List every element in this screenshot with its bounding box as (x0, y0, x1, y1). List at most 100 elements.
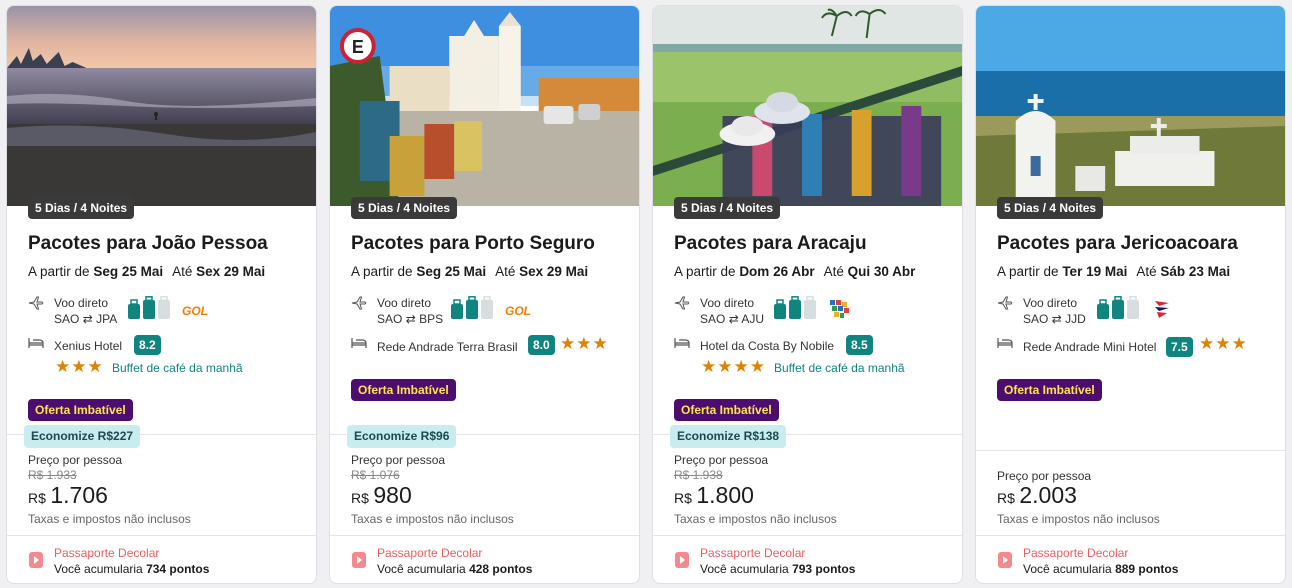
hotel-score: 8.2 (134, 335, 161, 355)
taxes-note: Taxas e impostos não inclusos (997, 512, 1160, 526)
duration-badge: 5 Dias / 4 Noites (997, 197, 1104, 219)
points-value: 428 pontos (469, 562, 533, 576)
to-date: Sex 29 Mai (196, 264, 266, 279)
airplane-icon (674, 296, 690, 310)
points-prefix: Você acumularia (54, 562, 143, 576)
route-destination: BPS (419, 312, 444, 326)
round-trip-icon: ⇄ (405, 312, 416, 326)
package-card-porto-seguro[interactable]: E 5 Dias / 4 Noites Pacotes para Porto S… (329, 5, 640, 584)
round-trip-icon: ⇄ (1051, 312, 1062, 326)
route-destination: JJD (1065, 312, 1086, 326)
from-date: Seg 25 Mai (93, 264, 164, 279)
points-value: 793 pontos (792, 562, 856, 576)
promo-badge: Oferta Imbatível (674, 399, 779, 421)
promo-badge: Oferta Imbatível (997, 379, 1102, 401)
from-label: A partir de (674, 264, 736, 279)
travel-dates: A partir de Seg 25 Mai Até Sex 29 Mai (351, 264, 588, 279)
price-value: 1.800 (696, 482, 754, 508)
hotel-stars: ★★★★ (701, 357, 766, 376)
route-destination: AJU (741, 312, 765, 326)
breakfast-label: Buffet de café da manhã (774, 361, 905, 375)
baggage-icon (1097, 296, 1139, 319)
passport-points: Passaporte Decolar Você acumularia 734 p… (28, 546, 298, 580)
price-value: 980 (373, 482, 412, 508)
currency: R$ (351, 490, 369, 506)
destination-photo: E (330, 6, 639, 206)
hotel-name: Rede Andrade Mini Hotel (1023, 340, 1157, 354)
package-card-aracaju[interactable]: 5 Dias / 4 Noites Pacotes para Aracaju A… (652, 5, 963, 584)
route-origin: SAO (1023, 312, 1049, 326)
route-origin: SAO (700, 312, 726, 326)
package-title[interactable]: Pacotes para Jericoacoara (997, 233, 1238, 255)
duration-badge: 5 Dias / 4 Noites (28, 197, 135, 219)
package-card-jericoacoara[interactable]: 5 Dias / 4 Noites Pacotes para Jericoaco… (975, 5, 1286, 584)
hotel-score: 7.5 (1166, 337, 1193, 357)
hotel-stars: ★★★ (560, 334, 609, 353)
price: R$ 980 (351, 482, 412, 509)
baggage-icon (774, 296, 816, 319)
latam-logo (1155, 301, 1169, 318)
svg-text:GOL: GOL (182, 304, 208, 318)
route-origin: SAO (377, 312, 403, 326)
from-label: A partir de (351, 264, 413, 279)
divider (976, 535, 1285, 536)
passport-title: Passaporte Decolar (54, 546, 160, 560)
hotel-name: Hotel da Costa By Nobile (700, 339, 835, 353)
bed-icon (997, 338, 1013, 348)
flight-info: Voo direto SAO ⇄ BPS GOL (351, 294, 621, 328)
currency: R$ (674, 490, 692, 506)
bed-icon (351, 338, 367, 348)
flight-info: Voo direto SAO ⇄ AJU (674, 294, 944, 328)
points-prefix: Você acumularia (377, 562, 466, 576)
bed-icon (674, 338, 690, 348)
passport-points: Passaporte Decolar Você acumularia 428 p… (351, 546, 621, 580)
svg-text:GOL: GOL (505, 304, 531, 318)
price: R$ 1.706 (28, 482, 108, 509)
duration-badge: 5 Dias / 4 Noites (351, 197, 458, 219)
flight-type: Voo direto (700, 296, 755, 310)
package-title[interactable]: Pacotes para João Pessoa (28, 233, 268, 255)
travel-dates: A partir de Dom 26 Abr Até Qui 30 Abr (674, 264, 915, 279)
passport-title: Passaporte Decolar (377, 546, 483, 560)
to-label: Até (495, 264, 516, 279)
old-price: R$ 1.076 (351, 468, 400, 482)
passport-title: Passaporte Decolar (1023, 546, 1129, 560)
price-label: Preço por pessoa (28, 453, 123, 467)
hotel-name: Rede Andrade Terra Brasil (377, 340, 518, 354)
price-label: Preço por pessoa (351, 453, 446, 467)
price-label: Preço por pessoa (674, 453, 769, 467)
to-date: Sex 29 Mai (519, 264, 589, 279)
airplane-icon (997, 296, 1013, 310)
divider (7, 535, 316, 536)
price-value: 2.003 (1019, 482, 1077, 508)
savings-badge: Economize R$227 (24, 425, 141, 448)
price: R$ 2.003 (997, 482, 1077, 509)
old-price: R$ 1.933 (28, 468, 77, 482)
promo-badge: Oferta Imbatível (351, 379, 456, 401)
hotel-info: Hotel da Costa By Nobile 8.5 ★★★★ Buffet… (674, 334, 954, 376)
divider (330, 535, 639, 536)
taxes-note: Taxas e impostos não inclusos (674, 512, 837, 526)
passport-icon (675, 552, 689, 568)
baggage-icon (128, 296, 170, 319)
package-title[interactable]: Pacotes para Aracaju (674, 233, 867, 255)
package-card-joao-pessoa[interactable]: 5 Dias / 4 Noites Pacotes para João Pess… (6, 5, 317, 584)
passport-icon (352, 552, 366, 568)
hotel-score: 8.0 (528, 335, 555, 355)
divider (653, 535, 962, 536)
to-date: Qui 30 Abr (847, 264, 916, 279)
baggage-icon (451, 296, 493, 319)
breakfast-label: Buffet de café da manhã (112, 361, 243, 375)
divider (976, 450, 1285, 451)
passport-icon (29, 552, 43, 568)
hotel-info: Rede Andrade Mini Hotel 7.5 ★★★ (997, 334, 1277, 376)
gol-logo: GOL (182, 304, 208, 318)
destination-photo (976, 6, 1285, 206)
package-title[interactable]: Pacotes para Porto Seguro (351, 233, 595, 255)
currency: R$ (28, 490, 46, 506)
hotel-stars: ★★★ (55, 357, 104, 376)
old-price: R$ 1.938 (674, 468, 723, 482)
hotel-info: Rede Andrade Terra Brasil 8.0 ★★★ (351, 334, 631, 376)
passport-icon (998, 552, 1012, 568)
taxes-note: Taxas e impostos não inclusos (28, 512, 191, 526)
